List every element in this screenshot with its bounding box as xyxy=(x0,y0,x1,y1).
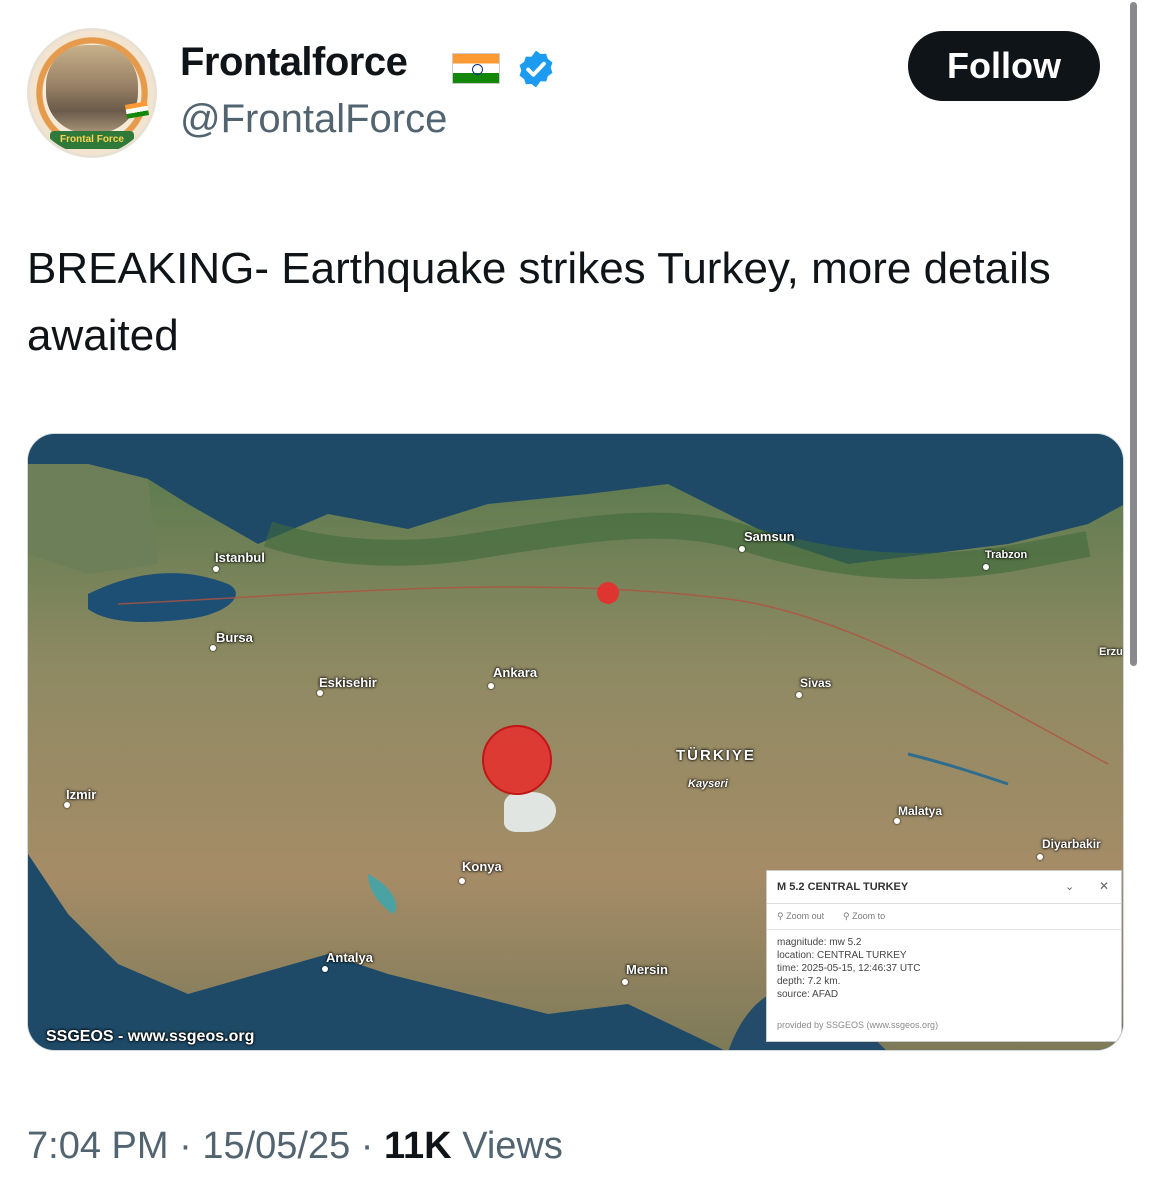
epicenter-marker-main[interactable] xyxy=(482,725,552,795)
city-dot-malatya xyxy=(894,818,900,824)
city-dot-sivas xyxy=(796,692,802,698)
city-dot-izmir xyxy=(64,802,70,808)
map-watermark: SSGEOS - www.ssgeos.org xyxy=(46,1028,255,1045)
user-handle[interactable]: @FrontalForce xyxy=(180,97,447,142)
city-label-diyarbakir: Diyarbakir xyxy=(1042,837,1101,851)
city-label-kayseri: Kayseri xyxy=(688,778,728,790)
city-dot-konya xyxy=(459,878,465,884)
city-dot-diyarbakir xyxy=(1037,854,1043,860)
city-dot-bursa xyxy=(210,645,216,651)
city-label-ankara: Ankara xyxy=(493,665,538,680)
city-label-antalya: Antalya xyxy=(326,950,373,965)
city-label-eskisehir: Eskisehir xyxy=(319,675,377,690)
city-label-izmir: Izmir xyxy=(66,787,97,802)
zoom-to-button[interactable]: ⚲ Zoom to xyxy=(843,911,885,922)
popup-magnitude: magnitude: mw 5.2 xyxy=(777,937,862,948)
close-icon[interactable]: ✕ xyxy=(1099,879,1109,893)
display-name[interactable]: Frontalforce xyxy=(180,40,408,85)
city-dot-istanbul xyxy=(213,566,219,572)
avatar-label: Frontal Force xyxy=(50,131,134,149)
tweet-meta: 7:04 PM · 15/05/25 · 11K Views xyxy=(27,1125,563,1168)
city-label-samsun: Samsun xyxy=(744,529,795,544)
city-label-trabzon: Trabzon xyxy=(985,549,1028,561)
city-dot-eskisehir xyxy=(317,690,323,696)
popup-source: source: AFAD xyxy=(777,989,839,1000)
views-label: Views xyxy=(451,1125,563,1167)
city-dot-samsun xyxy=(739,546,745,552)
meta-separator: · xyxy=(350,1125,385,1167)
follow-button[interactable]: Follow xyxy=(908,31,1100,101)
city-dot-ankara xyxy=(488,683,494,689)
scrollbar-thumb[interactable] xyxy=(1130,2,1137,666)
city-label-istanbul: Istanbul xyxy=(215,550,265,565)
avatar[interactable]: Frontal Force xyxy=(27,28,157,158)
city-dot-mersin xyxy=(622,979,628,985)
city-label-bursa: Bursa xyxy=(216,630,253,645)
popup-divider xyxy=(767,929,1121,930)
popup-divider xyxy=(767,903,1121,904)
chevron-down-icon[interactable]: ⌄ xyxy=(1065,880,1074,893)
zoom-out-label: Zoom out xyxy=(786,911,825,921)
city-dot-trabzon xyxy=(983,564,989,570)
epicenter-marker-secondary[interactable] xyxy=(597,582,619,604)
meta-separator: · xyxy=(168,1125,203,1167)
popup-title: M 5.2 CENTRAL TURKEY xyxy=(777,881,909,893)
tweet-date[interactable]: 15/05/25 xyxy=(202,1125,350,1167)
popup-time: time: 2025-05-15, 12:46:37 UTC xyxy=(777,963,921,974)
popup-location: location: CENTRAL TURKEY xyxy=(777,950,907,961)
zoom-out-icon: ⚲ xyxy=(777,911,784,921)
india-flag-icon xyxy=(452,53,500,84)
tweet-text: BREAKING- Earthquake strikes Turkey, mor… xyxy=(27,244,1051,360)
city-dot-antalya xyxy=(322,966,328,972)
verified-badge-icon xyxy=(519,50,553,88)
views-count: 11K xyxy=(384,1125,452,1167)
city-label-erzurum: Erzu xyxy=(1099,646,1123,658)
popup-credit: provided by SSGEOS (www.ssgeos.org) xyxy=(777,1020,939,1030)
avatar-flag-icon xyxy=(124,101,150,119)
city-label-konya: Konya xyxy=(462,859,502,874)
city-label-mersin: Mersin xyxy=(626,962,668,977)
popup-depth: depth: 7.2 km. xyxy=(777,976,841,987)
zoom-to-label: Zoom to xyxy=(852,911,886,921)
zoom-out-button[interactable]: ⚲ Zoom out xyxy=(777,911,824,922)
earthquake-info-popup: M 5.2 CENTRAL TURKEY ⌄ ✕ ⚲ Zoom out ⚲ Zo… xyxy=(766,870,1122,1042)
zoom-to-icon: ⚲ xyxy=(843,911,850,921)
city-label-sivas: Sivas xyxy=(800,676,832,690)
tweet-time[interactable]: 7:04 PM xyxy=(27,1125,169,1167)
avatar-photo xyxy=(46,45,138,133)
city-label-malatya: Malatya xyxy=(898,804,943,818)
earthquake-map-image[interactable]: Istanbul Bursa Eskisehir Ankara Samsun T… xyxy=(27,433,1124,1051)
country-label: TÜRKIYE xyxy=(676,747,756,764)
